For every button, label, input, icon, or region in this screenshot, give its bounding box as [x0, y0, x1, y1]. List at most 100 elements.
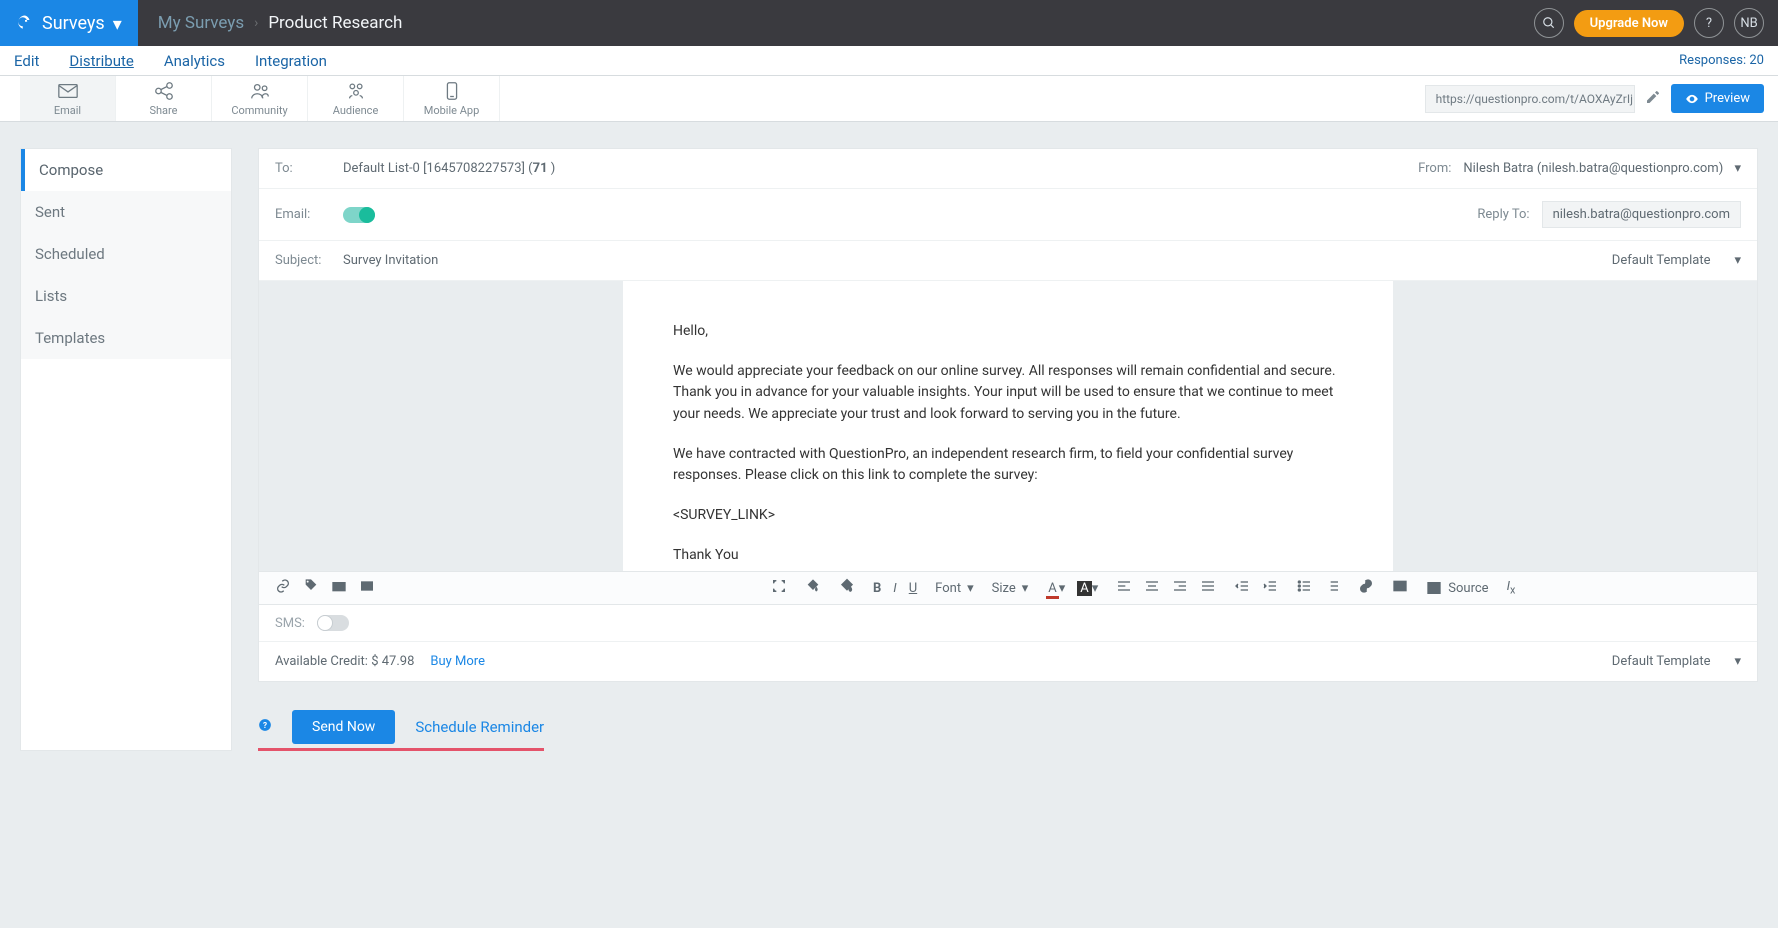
link-button[interactable] [1358, 578, 1374, 598]
expand-icon [771, 578, 787, 594]
underline-button[interactable]: U [909, 581, 917, 596]
envelope-icon [57, 80, 79, 102]
bullet-list-button[interactable] [1296, 578, 1312, 598]
chevron-down-icon: ▾ [1022, 581, 1029, 596]
bgcolor2-button[interactable] [839, 578, 855, 598]
brand-label: Surveys [42, 13, 105, 34]
highlight-button[interactable]: A▾ [1077, 581, 1098, 596]
email-body[interactable]: Hello, We would appreciate your feedback… [623, 281, 1393, 571]
brand-logo-icon [16, 14, 34, 32]
nav-analytics[interactable]: Analytics [164, 52, 225, 70]
italic-button[interactable]: I [893, 581, 896, 596]
number-list-icon [1324, 578, 1340, 594]
paint-bucket-icon [805, 578, 821, 594]
indent-button[interactable] [1262, 578, 1278, 598]
body-para2: We have contracted with QuestionPro, an … [673, 444, 1343, 487]
topbar: Surveys ▾ My Surveys › Product Research … [0, 0, 1778, 46]
sms-template-dropdown[interactable]: Default Template ▾ [1612, 654, 1741, 669]
insert-image-button[interactable] [331, 578, 347, 598]
search-button[interactable] [1534, 8, 1564, 38]
insert-tag-button[interactable] [303, 578, 319, 598]
search-icon [1542, 16, 1556, 30]
preview-button[interactable]: Preview [1671, 84, 1764, 113]
nav-edit[interactable]: Edit [14, 52, 39, 70]
insert-link-button[interactable] [275, 578, 291, 598]
compose-card: To: Default List-0 [1645708227573] (71 )… [258, 148, 1758, 682]
chevron-right-icon: › [254, 15, 258, 31]
audience-icon [345, 80, 367, 102]
avatar[interactable]: NB [1734, 8, 1764, 38]
template-dropdown[interactable]: Default Template ▾ [1612, 253, 1741, 268]
body-greeting: Hello, [673, 321, 1343, 343]
align-justify-icon [1200, 578, 1216, 594]
insert-box-button[interactable] [359, 578, 375, 598]
upgrade-button[interactable]: Upgrade Now [1574, 10, 1684, 37]
sidebar-item-sent[interactable]: Sent [21, 191, 231, 233]
number-list-button[interactable] [1324, 578, 1340, 598]
nav-distribute[interactable]: Distribute [69, 52, 133, 70]
body-link-placeholder: <SURVEY_LINK> [673, 505, 1343, 527]
subject-field[interactable]: Survey Invitation [343, 253, 438, 268]
textcolor-button[interactable]: A▾ [1046, 581, 1065, 596]
align-left-icon [1116, 578, 1132, 594]
pencil-icon [1645, 89, 1661, 105]
mobile-icon [441, 80, 463, 102]
from-dropdown[interactable]: Nilesh Batra (nilesh.batra@questionpro.c… [1463, 161, 1741, 176]
help-tip-button[interactable]: ? [258, 718, 272, 736]
to-field[interactable]: Default List-0 [1645708227573] (71 ) [343, 161, 555, 176]
buy-more-link[interactable]: Buy More [430, 654, 485, 669]
edit-url-button[interactable] [1645, 89, 1661, 109]
tool-tab-mobile[interactable]: Mobile App [404, 76, 500, 121]
bgcolor-button[interactable] [805, 578, 821, 598]
to-label: To: [275, 161, 331, 176]
breadcrumb-current: Product Research [268, 13, 402, 33]
picture-button[interactable] [1392, 578, 1408, 598]
align-justify-button[interactable] [1200, 578, 1216, 598]
breadcrumb: My Surveys › Product Research [138, 13, 403, 33]
send-now-button[interactable]: Send Now [292, 710, 395, 744]
align-right-icon [1172, 578, 1188, 594]
sidebar-item-lists[interactable]: Lists [21, 275, 231, 317]
schedule-reminder-link[interactable]: Schedule Reminder [415, 718, 544, 736]
editor-toolbar: B I U Font▾ Size▾ A▾ A▾ [259, 571, 1757, 605]
from-label: From: [1418, 161, 1451, 176]
chevron-down-icon: ▾ [967, 581, 974, 596]
size-dropdown[interactable]: Size▾ [992, 581, 1029, 596]
svg-text:?: ? [263, 720, 267, 730]
distribute-toolbar: Email Share Community Audience Mobile Ap… [0, 76, 1778, 122]
bullet-list-icon [1296, 578, 1312, 594]
sidebar-item-templates[interactable]: Templates [21, 317, 231, 359]
tool-tab-audience[interactable]: Audience [308, 76, 404, 121]
clear-format-button[interactable]: Ix [1507, 579, 1516, 597]
email-toggle[interactable] [343, 207, 375, 223]
tool-tab-share[interactable]: Share [116, 76, 212, 121]
align-center-button[interactable] [1144, 578, 1160, 598]
eye-icon [1685, 92, 1699, 106]
sms-toggle[interactable] [317, 615, 349, 631]
help-button[interactable]: ? [1694, 8, 1724, 38]
survey-url[interactable]: https://questionpro.com/t/AOXAyZrIjI [1425, 85, 1635, 113]
brand-menu[interactable]: Surveys ▾ [0, 0, 138, 46]
bold-button[interactable]: B [873, 581, 881, 596]
expand-button[interactable] [771, 578, 787, 598]
image-sm-icon [331, 578, 347, 594]
tool-tab-email[interactable]: Email [20, 76, 116, 121]
breadcrumb-root[interactable]: My Surveys [158, 13, 244, 33]
replyto-field[interactable]: nilesh.batra@questionpro.com [1542, 201, 1741, 228]
align-left-button[interactable] [1116, 578, 1132, 598]
help-circle-icon: ? [258, 718, 272, 732]
tool-tab-community[interactable]: Community [212, 76, 308, 121]
body-thanks: Thank You [673, 545, 1343, 567]
chain-icon [1358, 578, 1374, 594]
nav-integration[interactable]: Integration [255, 52, 327, 70]
responses-count[interactable]: Responses: 20 [1679, 53, 1764, 68]
sidebar-item-scheduled[interactable]: Scheduled [21, 233, 231, 275]
chevron-down-icon: ▾ [1734, 161, 1741, 176]
source-button[interactable]: Source [1426, 580, 1488, 596]
font-dropdown[interactable]: Font▾ [935, 581, 973, 596]
paint-bucket-icon [839, 578, 855, 594]
link-icon [275, 578, 291, 594]
outdent-button[interactable] [1234, 578, 1250, 598]
align-right-button[interactable] [1172, 578, 1188, 598]
sidebar-item-compose[interactable]: Compose [21, 149, 231, 191]
